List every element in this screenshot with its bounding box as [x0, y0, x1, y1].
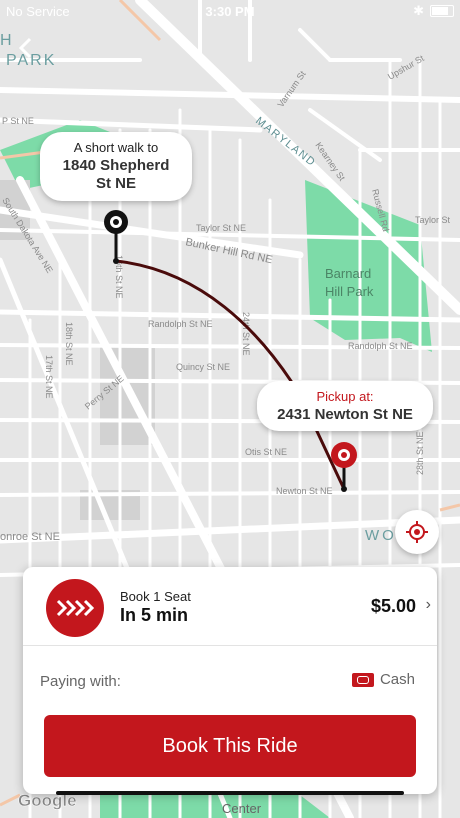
- map-label-17th: 17th St NE: [44, 355, 54, 399]
- map-label-monroe: onroe St NE: [0, 531, 60, 543]
- ride-price: $5.00: [370, 596, 416, 616]
- map-label-p-st: P St NE: [2, 116, 34, 126]
- map-label-taylor: Taylor St NE: [196, 223, 246, 233]
- bluetooth-icon: ✱: [413, 3, 424, 18]
- map-label-18th: 18th St NE: [64, 322, 74, 366]
- map-label-randolph-left: Randolph St NE: [148, 319, 213, 329]
- walk-bubble-caption: A short walk to: [73, 140, 159, 155]
- ride-eta: In 5 min: [120, 605, 189, 625]
- map-label-newton: Newton St NE: [276, 486, 333, 496]
- booking-card: Book 1 Seat In 5 min $5.00 › Paying with…: [23, 567, 437, 794]
- paying-with-label: Paying with:: [40, 673, 121, 690]
- map-label-28th: 28th St NE: [415, 431, 425, 475]
- map-label-barnard: Barnard: [325, 266, 371, 281]
- payment-method-label: Cash: [379, 671, 415, 688]
- park-bottom: [100, 795, 330, 818]
- map-label-barnard-park: Hill Park: [325, 284, 374, 299]
- walk-destination-bubble: A short walk to 1840 Shepherd St NE: [40, 132, 192, 201]
- ride-seat-label: Book 1 Seat: [120, 589, 191, 604]
- status-icons: ✱: [413, 3, 454, 19]
- map-label-taylor-right: Taylor St: [415, 215, 451, 225]
- map-label-24th: 24th St NE: [241, 312, 251, 356]
- map-label-quincy: Quincy St NE: [176, 362, 230, 372]
- ride-type-icon: [46, 579, 104, 637]
- walk-bubble-address: 1840 Shepherd St NE: [62, 157, 170, 192]
- chevron-right-icon: ›: [425, 596, 431, 613]
- pickup-bubble: Pickup at: 2431 Newton St NE: [257, 381, 433, 431]
- crosshair-icon: [406, 521, 428, 543]
- home-indicator: [56, 791, 404, 795]
- map-label-otis: Otis St NE: [245, 447, 287, 457]
- cash-icon: [351, 672, 374, 687]
- map-label-randolph-right: Randolph St NE: [348, 341, 413, 351]
- book-ride-button[interactable]: Book This Ride: [44, 715, 416, 777]
- status-bar: No Service 3:30 PM ✱: [0, 0, 460, 24]
- battery-icon: [430, 5, 454, 17]
- map-label-park-letter: H: [0, 32, 12, 49]
- back-button[interactable]: [16, 36, 46, 66]
- map-label-center: Center: [222, 801, 262, 816]
- chevrons-right-icon: [56, 599, 94, 617]
- pickup-bubble-caption: Pickup at:: [316, 389, 374, 404]
- ride-option-row[interactable]: Book 1 Seat In 5 min $5.00 ›: [23, 567, 437, 646]
- status-time: 3:30 PM: [205, 4, 255, 19]
- pickup-bubble-address: 2431 Newton St NE: [277, 406, 413, 423]
- payment-method-selector[interactable]: Cash: [351, 671, 415, 688]
- recenter-location-button[interactable]: [395, 510, 439, 554]
- chevron-left-icon: [18, 37, 32, 59]
